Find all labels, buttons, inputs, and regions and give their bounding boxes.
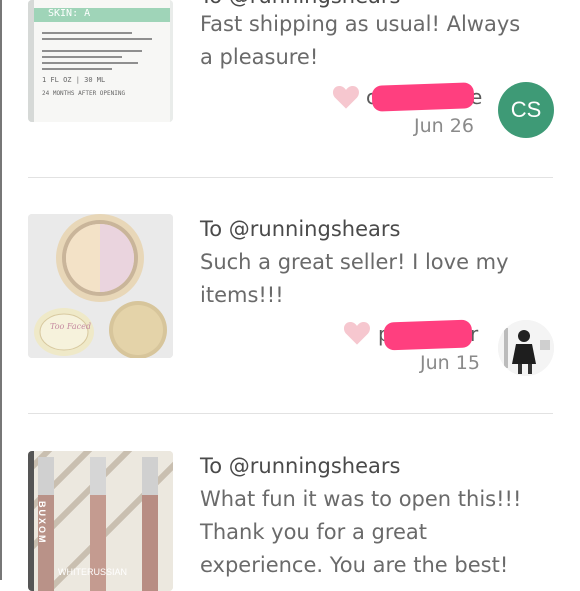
- review-date: Jun 15: [420, 352, 480, 374]
- thumb-brand-text: SKIN: A: [48, 8, 91, 19]
- heart-icon[interactable]: [343, 320, 371, 346]
- review-text-line: a pleasure!: [200, 45, 319, 69]
- review-text-line: What fun it was to open this!!!: [200, 487, 522, 511]
- review-text: Fast shipping as usual! Always a pleasur…: [200, 8, 520, 74]
- thumb-shade-text: WHITERUSSIAN: [58, 567, 128, 577]
- redaction-mark: [371, 82, 475, 112]
- review-recipient[interactable]: To @runningshears: [200, 217, 400, 241]
- avatar[interactable]: [498, 320, 554, 376]
- listing-thumbnail[interactable]: SKIN: A 1 FL OZ | 30 ML 24 MONTHS AFTER …: [28, 0, 173, 122]
- divider: [28, 413, 553, 414]
- avatar-initials: CS: [510, 97, 542, 122]
- listing-thumbnail[interactable]: BUXOM WHITERUSSIAN: [28, 451, 173, 591]
- thumb-brand-text: Too Faced: [50, 322, 92, 331]
- review-recipient[interactable]: To @runningshears: [200, 0, 400, 8]
- review-text: Such a great seller! I love my items!!!: [200, 246, 509, 312]
- avatar[interactable]: CS: [498, 82, 554, 138]
- review-date: Jun 26: [414, 115, 474, 137]
- divider: [28, 177, 553, 178]
- left-edge-line: [0, 0, 2, 580]
- heart-icon[interactable]: [332, 84, 360, 110]
- listing-thumbnail[interactable]: Too Faced: [28, 214, 173, 358]
- review-text-line: items!!!: [200, 283, 284, 307]
- review-text-line: Fast shipping as usual! Always: [200, 12, 521, 36]
- review-text-line: Thank you for a great: [200, 520, 428, 544]
- review-recipient[interactable]: To @runningshears: [200, 454, 400, 478]
- avatar-photo: [498, 320, 554, 376]
- thumb-brand-text: BUXOM: [37, 501, 47, 545]
- review-text-line: experience. You are the best!: [200, 553, 509, 577]
- thumb-expiry-text: 24 MONTHS AFTER OPENING: [42, 90, 126, 97]
- highlighter-compact-image: [28, 214, 173, 358]
- thumb-volume-text: 1 FL OZ | 30 ML: [42, 76, 106, 84]
- redaction-mark: [383, 319, 473, 351]
- review-text: What fun it was to open this!!! Thank yo…: [200, 483, 521, 582]
- review-text-line: Such a great seller! I love my: [200, 250, 509, 274]
